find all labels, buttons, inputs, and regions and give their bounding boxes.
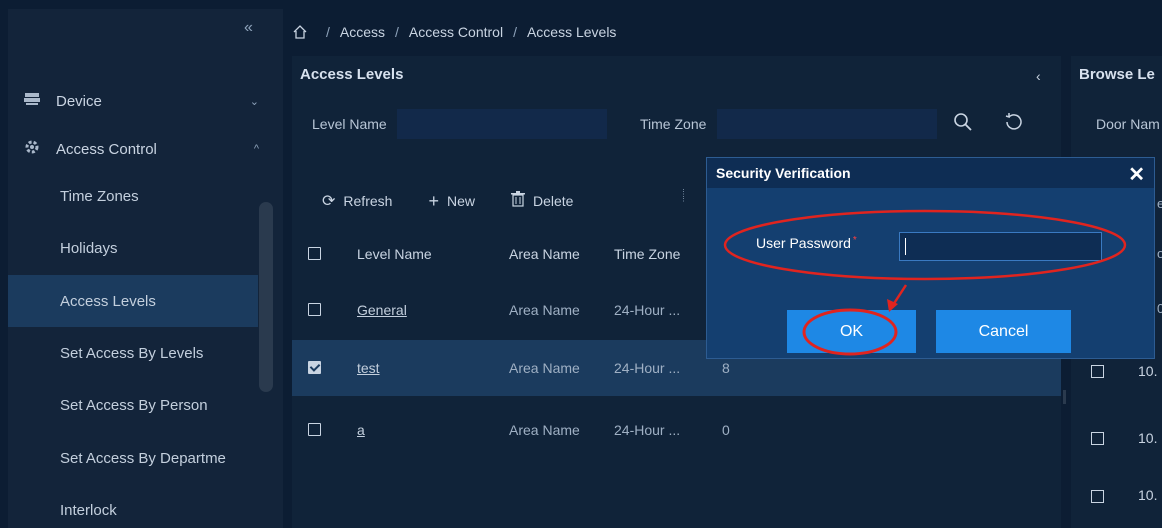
select-all-checkbox[interactable] xyxy=(308,247,321,260)
breadcrumb-item[interactable]: Access Control xyxy=(409,24,503,40)
close-icon[interactable]: ✕ xyxy=(1128,162,1145,187)
filter-row: Level Name Time Zone xyxy=(292,101,1061,147)
refresh-icon: ⟳ xyxy=(322,193,336,210)
ok-button[interactable]: OK xyxy=(787,310,916,353)
dialog-header: Security Verification ✕ xyxy=(707,158,1154,188)
column-header-time-zone[interactable]: Time Zone xyxy=(614,246,680,262)
sidebar-item-time-zones[interactable]: Time Zones xyxy=(8,170,258,222)
level-name-link[interactable]: General xyxy=(357,302,407,318)
required-marker: * xyxy=(852,235,857,246)
breadcrumb-separator: / xyxy=(395,23,399,40)
count-cell: 8 xyxy=(722,360,730,376)
breadcrumb-separator: / xyxy=(326,23,330,40)
text-caret xyxy=(905,238,906,255)
sidebar-item-set-access-by-department[interactable]: Set Access By Departme xyxy=(8,432,258,484)
time-zone-filter-input[interactable] xyxy=(717,109,937,139)
clipped-text: o xyxy=(1157,246,1162,261)
gear-icon xyxy=(24,139,44,159)
row-checkbox[interactable] xyxy=(308,361,321,374)
sidebar-item-label: Interlock xyxy=(60,501,117,519)
level-name-link[interactable]: a xyxy=(357,422,365,438)
menu-group-label: Device xyxy=(56,92,102,110)
delete-button[interactable]: Delete xyxy=(510,190,574,212)
breadcrumb-separator: / xyxy=(513,23,517,40)
sidebar-item-access-levels[interactable]: Access Levels xyxy=(8,275,258,327)
clipped-text: 0. xyxy=(1157,301,1162,316)
device-icon xyxy=(24,92,44,110)
row-checkbox[interactable] xyxy=(1091,432,1104,445)
table-scrollbar[interactable] xyxy=(1063,390,1066,404)
table-row[interactable]: a Area Name 24-Hour ... 0 xyxy=(292,402,1061,458)
sidebar-item-label: Set Access By Departme xyxy=(60,449,226,467)
sidebar-item-label: Access Levels xyxy=(60,292,156,310)
time-zone-cell: 24-Hour ... xyxy=(614,302,681,318)
new-button[interactable]: + New xyxy=(428,191,475,212)
browse-panel-title: Browse Le xyxy=(1079,66,1155,83)
breadcrumb-item[interactable]: Access xyxy=(340,24,385,40)
sidebar-item-holidays[interactable]: Holidays xyxy=(8,222,258,274)
area-name-cell: Area Name xyxy=(509,302,580,318)
sidebar-scrollbar-thumb[interactable] xyxy=(259,202,273,392)
menu-group-access-control[interactable]: Access Control ^ xyxy=(8,122,283,176)
area-name-cell: Area Name xyxy=(509,422,580,438)
chevron-down-icon: ⌄ xyxy=(249,95,259,108)
door-cell: 10. xyxy=(1138,430,1158,446)
time-zone-cell: 24-Hour ... xyxy=(614,422,681,438)
delete-label: Delete xyxy=(532,193,574,209)
collapse-sidebar-icon[interactable]: « xyxy=(244,19,253,37)
menu-group-device[interactable]: Device ⌄ xyxy=(8,74,283,128)
level-name-filter-input[interactable] xyxy=(397,109,607,139)
chevron-up-icon: ^ xyxy=(253,143,259,155)
sidebar-item-label: Time Zones xyxy=(60,187,139,205)
security-verification-dialog: Security Verification ✕ User Password * O… xyxy=(706,157,1155,359)
user-password-input[interactable] xyxy=(899,232,1102,261)
reset-icon[interactable] xyxy=(1004,112,1024,132)
row-checkbox[interactable] xyxy=(308,423,321,436)
toolbar: ⟳ Refresh + New Delete xyxy=(322,184,609,218)
door-cell: 10. xyxy=(1138,487,1158,503)
panel-title: Access Levels xyxy=(300,66,404,83)
level-name-filter-label: Level Name xyxy=(312,116,387,132)
user-password-label: User Password * xyxy=(756,235,857,251)
sidebar-item-interlock[interactable]: Interlock xyxy=(8,484,258,528)
home-icon[interactable] xyxy=(292,24,308,40)
column-header-level-name[interactable]: Level Name xyxy=(357,246,432,262)
clipped-text: e xyxy=(1157,196,1162,211)
panel-collapse-icon[interactable]: ‹ xyxy=(1036,68,1041,84)
user-password-label-text: User Password xyxy=(756,235,851,251)
sidebar-item-set-access-by-levels[interactable]: Set Access By Levels xyxy=(8,327,258,379)
menu-group-label: Access Control xyxy=(56,140,157,158)
dialog-title: Security Verification xyxy=(716,165,851,181)
more-actions-icon[interactable]: ⋮ ⋮ xyxy=(680,189,687,211)
row-checkbox[interactable] xyxy=(1091,365,1104,378)
sidebar-item-label: Set Access By Levels xyxy=(60,344,204,362)
refresh-label: Refresh xyxy=(343,193,393,209)
sidebar-item-label: Set Access By Person xyxy=(60,396,208,414)
time-zone-cell: 24-Hour ... xyxy=(614,360,681,376)
row-checkbox[interactable] xyxy=(308,303,321,316)
breadcrumb: / Access / Access Control / Access Level… xyxy=(292,9,616,54)
search-icon[interactable] xyxy=(952,111,974,133)
plus-icon: + xyxy=(428,190,439,211)
breadcrumb-item: Access Levels xyxy=(526,23,617,40)
refresh-button[interactable]: ⟳ Refresh xyxy=(322,191,392,211)
new-label: New xyxy=(446,193,475,209)
area-name-cell: Area Name xyxy=(509,360,580,376)
time-zone-filter-label: Time Zone xyxy=(640,116,707,132)
sidebar: « Device ⌄ Access Control ^ Time Zones H… xyxy=(8,9,283,528)
sidebar-item-label: Holidays xyxy=(60,239,118,257)
count-cell: 0 xyxy=(722,422,730,438)
sidebar-item-set-access-by-person[interactable]: Set Access By Person xyxy=(8,379,258,431)
column-header-area-name[interactable]: Area Name xyxy=(509,246,580,262)
level-name-link[interactable]: test xyxy=(357,360,380,376)
door-cell: 10. xyxy=(1138,363,1158,379)
trash-icon xyxy=(510,190,525,212)
sidebar-scrollbar[interactable] xyxy=(258,174,273,528)
row-checkbox[interactable] xyxy=(1091,490,1104,503)
door-name-filter-label: Door Nam xyxy=(1096,116,1160,132)
cancel-button[interactable]: Cancel xyxy=(936,310,1071,353)
